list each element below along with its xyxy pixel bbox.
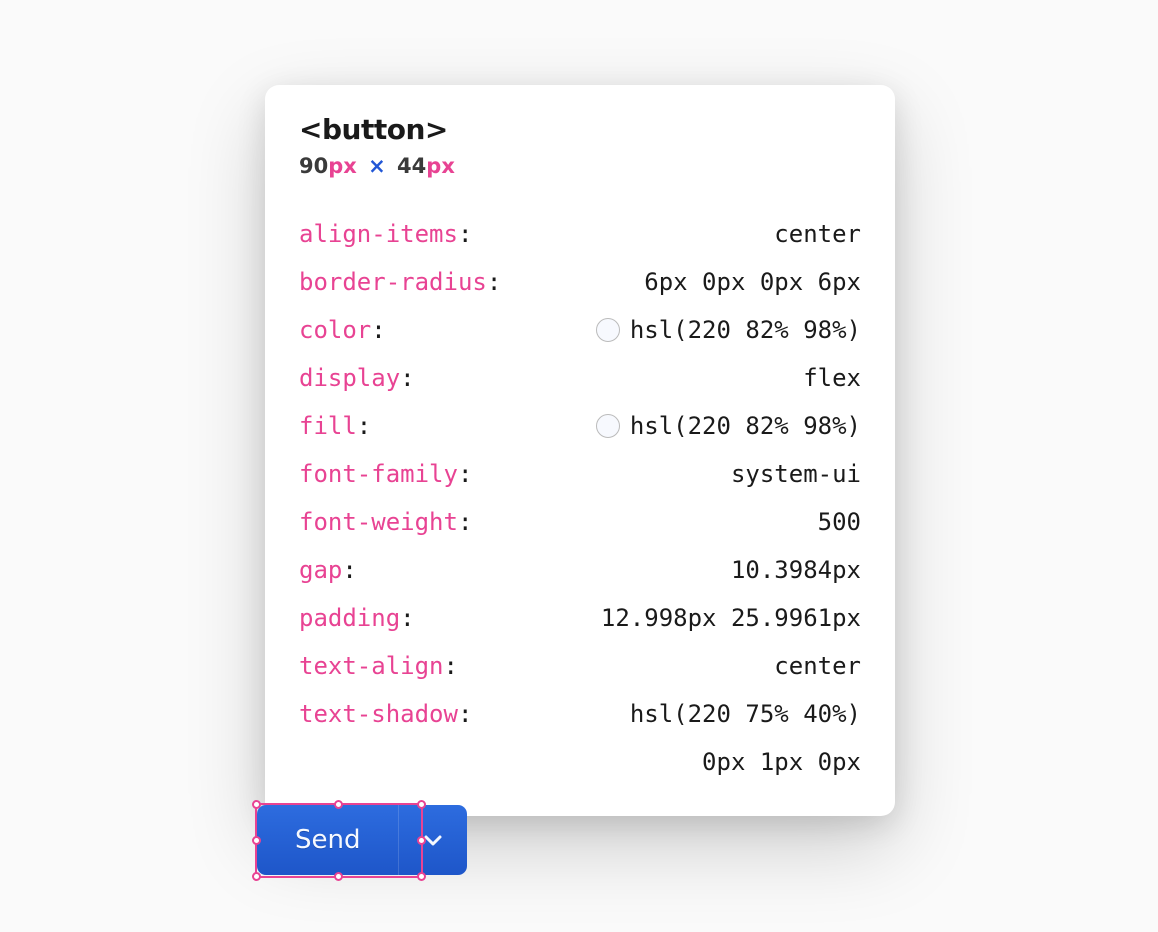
css-property-name: font-family: [299, 450, 472, 498]
css-property-value-text: hsl(220 82% 98%): [630, 306, 861, 354]
css-property-row: border-radius 6px 0px 0px 6px: [299, 258, 861, 306]
css-property-value: 12.998px 25.9961px: [601, 594, 861, 642]
css-property-name: display: [299, 354, 415, 402]
css-inspector-tooltip: <button> 90px × 44px align-items center …: [265, 85, 895, 816]
element-tag-label: <button>: [299, 113, 861, 146]
css-property-name: font-weight: [299, 498, 472, 546]
css-property-name: align-items: [299, 210, 472, 258]
dimension-separator: ×: [368, 154, 386, 178]
send-button-group: Send: [257, 805, 467, 875]
chevron-down-icon: [423, 833, 443, 847]
css-property-value: system-ui: [731, 450, 861, 498]
css-property-name: text-align: [299, 642, 458, 690]
css-property-row: text-shadow hsl(220 75% 40%) 0px 1px 0px: [299, 690, 861, 786]
css-property-name: color: [299, 306, 386, 354]
css-property-row: display flex: [299, 354, 861, 402]
dimension-height-unit: px: [426, 154, 455, 178]
dimension-width-unit: px: [328, 154, 357, 178]
css-property-row: text-align center: [299, 642, 861, 690]
element-dimensions: 90px × 44px: [299, 154, 861, 178]
css-property-value: 6px 0px 0px 6px: [644, 258, 861, 306]
dimension-height: 44: [397, 154, 426, 178]
css-property-row: font-weight 500: [299, 498, 861, 546]
css-property-row: gap 10.3984px: [299, 546, 861, 594]
css-property-name: padding: [299, 594, 415, 642]
css-property-value-text: hsl(220 82% 98%): [630, 402, 861, 450]
color-swatch-icon: [596, 414, 620, 438]
css-property-value-line1: hsl(220 75% 40%): [630, 690, 861, 738]
css-properties-list: align-items center border-radius 6px 0px…: [299, 210, 861, 786]
css-property-row: align-items center: [299, 210, 861, 258]
css-property-row: font-family system-ui: [299, 450, 861, 498]
css-property-value: hsl(220 82% 98%): [596, 402, 861, 450]
send-dropdown-button[interactable]: [398, 805, 467, 875]
css-property-name: gap: [299, 546, 357, 594]
css-property-value: 500: [818, 498, 861, 546]
css-property-value: 10.3984px: [731, 546, 861, 594]
css-property-value-line2: 0px 1px 0px: [702, 738, 861, 786]
css-property-name: border-radius: [299, 258, 501, 306]
css-property-value: flex: [803, 354, 861, 402]
css-property-name: fill: [299, 402, 371, 450]
css-property-row: padding 12.998px 25.9961px: [299, 594, 861, 642]
css-property-name: text-shadow: [299, 690, 472, 738]
css-property-row: color hsl(220 82% 98%): [299, 306, 861, 354]
css-property-value: center: [774, 210, 861, 258]
send-button[interactable]: Send: [257, 805, 398, 875]
dimension-width: 90: [299, 154, 328, 178]
css-property-value: hsl(220 75% 40%) 0px 1px 0px: [630, 690, 861, 786]
color-swatch-icon: [596, 318, 620, 342]
css-property-value: center: [774, 642, 861, 690]
css-property-row: fill hsl(220 82% 98%): [299, 402, 861, 450]
css-property-value: hsl(220 82% 98%): [596, 306, 861, 354]
